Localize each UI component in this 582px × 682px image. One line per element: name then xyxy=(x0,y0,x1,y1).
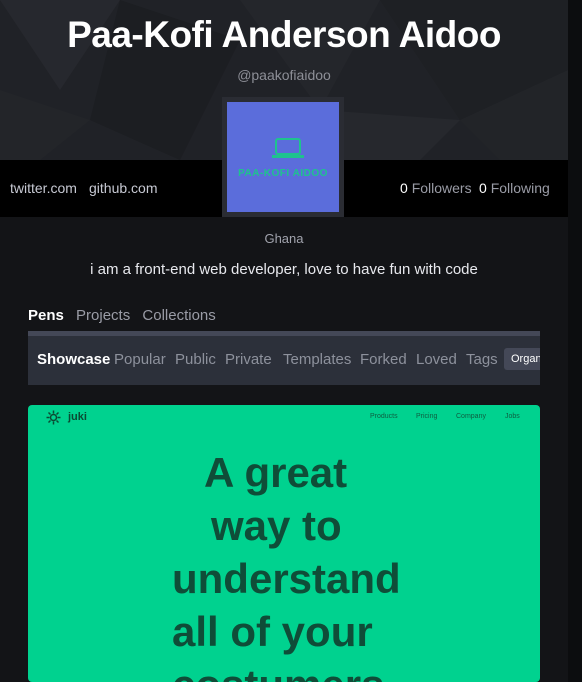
tab-projects[interactable]: Projects xyxy=(76,307,130,324)
followers-label: Followers xyxy=(411,180,472,196)
card-headline-line: costumers xyxy=(172,661,384,682)
page-scrollbar[interactable] xyxy=(568,0,582,682)
avatar-text: PAA-KOFI AIDOO xyxy=(238,168,328,179)
followers-count: 0 xyxy=(400,180,408,196)
card-headline-line: way to xyxy=(211,502,342,549)
card-nav-jobs: Jobs xyxy=(505,413,520,420)
juki-logo-icon xyxy=(46,410,61,425)
followers-stat[interactable]: 0 Followers xyxy=(400,180,472,196)
subnav-private[interactable]: Private xyxy=(225,351,272,368)
pens-subnav: Showcase Popular Public Private Template… xyxy=(28,331,540,385)
card-nav-products: Products xyxy=(370,413,398,420)
card-headline-line: A great xyxy=(204,449,348,496)
subnav-loved[interactable]: Loved xyxy=(416,351,457,368)
laptop-icon xyxy=(272,138,304,158)
card-headline-line: all of your xyxy=(172,608,373,655)
subnav-showcase[interactable]: Showcase xyxy=(37,351,110,368)
following-count: 0 xyxy=(479,180,487,196)
following-stat[interactable]: 0 Following xyxy=(479,180,550,196)
card-headline-line: understand xyxy=(172,555,401,602)
avatar-image: PAA-KOFI AIDOO xyxy=(227,102,339,212)
twitter-link[interactable]: twitter.com xyxy=(10,180,77,196)
github-link[interactable]: github.com xyxy=(89,180,157,196)
pen-preview-card[interactable]: juki Products Pricing Company Jobs A gre… xyxy=(28,405,540,682)
subnav-forked[interactable]: Forked xyxy=(360,351,407,368)
profile-handle: @paakofiaidoo xyxy=(237,67,331,83)
subnav-templates[interactable]: Templates xyxy=(283,351,351,368)
profile-tabs: Pens Projects Collections xyxy=(28,307,224,324)
card-nav-company: Company xyxy=(456,413,486,420)
tab-collections[interactable]: Collections xyxy=(142,307,215,324)
following-label: Following xyxy=(490,180,550,196)
card-brand: juki xyxy=(68,411,87,423)
subnav-popular[interactable]: Popular xyxy=(114,351,166,368)
subnav-tags[interactable]: Tags xyxy=(466,351,498,368)
profile-name: Paa-Kofi Anderson Aidoo xyxy=(67,14,501,55)
card-nav-pricing: Pricing xyxy=(416,413,438,420)
tab-pens[interactable]: Pens xyxy=(28,307,64,324)
profile-location: Ghana xyxy=(264,231,304,246)
subnav-public[interactable]: Public xyxy=(175,351,216,368)
profile-bio: i am a front-end web developer, love to … xyxy=(90,261,478,278)
avatar: PAA-KOFI AIDOO xyxy=(222,97,344,217)
organize-button[interactable]: Organize xyxy=(504,348,540,370)
